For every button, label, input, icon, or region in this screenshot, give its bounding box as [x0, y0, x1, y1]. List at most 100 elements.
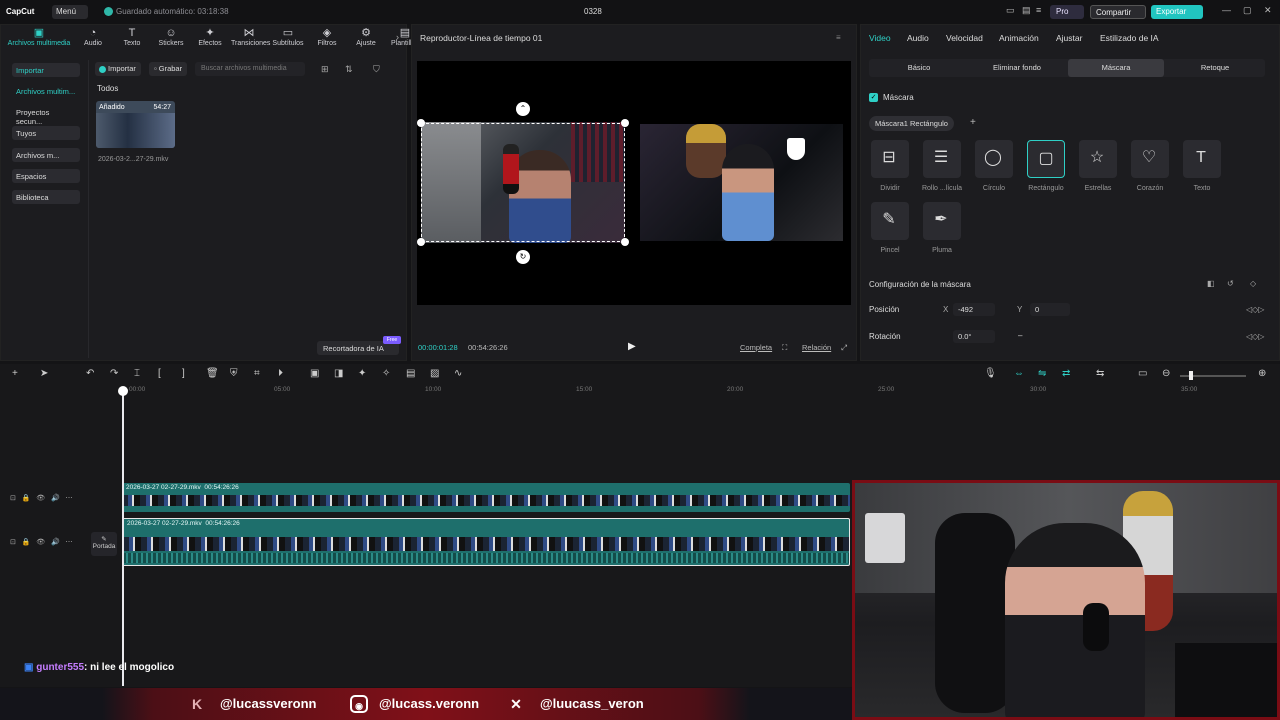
maximize-icon[interactable]: ▢	[1243, 5, 1252, 16]
tab-speed[interactable]: Velocidad	[946, 33, 983, 43]
tab-animation[interactable]: Animación	[999, 33, 1039, 43]
share-button[interactable]: Compartir	[1090, 5, 1146, 19]
play-icon[interactable]: ▶	[628, 341, 636, 352]
tool-subtitles[interactable]: ▭ Subtítulos	[270, 27, 306, 47]
layout-icon[interactable]: ▭	[1006, 5, 1015, 16]
resize-handle[interactable]	[417, 238, 425, 246]
redo-icon[interactable]: ↷	[110, 368, 118, 379]
cover-button[interactable]: ✎ Portada	[91, 532, 117, 556]
keyframe-icon[interactable]: ◧	[1207, 279, 1215, 288]
tab-video[interactable]: Video	[869, 33, 891, 43]
tool-sticker[interactable]: ☺ Stickers	[153, 27, 189, 47]
waveform-icon[interactable]: ∿	[454, 368, 462, 379]
pos-y-input[interactable]: 0	[1030, 303, 1070, 316]
resize-handle[interactable]	[621, 238, 629, 246]
expand-icon[interactable]: ⤢	[841, 343, 847, 353]
sidebar-item-yours[interactable]: Tuyos	[12, 126, 80, 140]
sidebar-item-spaces[interactable]: Espacios	[12, 169, 80, 183]
snap-icon[interactable]: ⇄	[1062, 368, 1070, 379]
close-icon[interactable]: ✕	[1264, 5, 1272, 16]
mask-option-6[interactable]: T	[1183, 140, 1221, 178]
sidebar-item-import[interactable]: Importar	[12, 63, 80, 77]
tool-media[interactable]: ▣ Archivos multimedia	[4, 27, 74, 47]
ai-icon[interactable]: ✦	[358, 368, 366, 379]
tool-effects[interactable]: ✦ Efectos	[192, 27, 228, 47]
image-icon[interactable]: ▨	[430, 368, 439, 379]
tab-audio[interactable]: Audio	[907, 33, 929, 43]
minimize-icon[interactable]: —	[1222, 5, 1231, 15]
sidebar-item-library[interactable]: Biblioteca	[12, 190, 80, 204]
add-icon[interactable]: +	[12, 368, 18, 379]
tool-adjust[interactable]: ⚙ Ajuste	[348, 27, 384, 47]
rotation-keyframe-icon[interactable]: ◁◇▷	[1246, 332, 1264, 341]
clip-track-1[interactable]: 2026-03-27 02-27-29.mkv 00:54:26:26	[122, 483, 850, 512]
clip-track-2[interactable]: 2026-03-27 02-27-29.mkv 00:54:26:26	[122, 518, 850, 566]
tool-text[interactable]: T Texto	[114, 27, 150, 47]
menu-button[interactable]: Menú	[52, 5, 88, 19]
zoom-out-icon[interactable]: ⊖	[1162, 368, 1170, 379]
monitor-icon[interactable]: ▤	[1022, 5, 1031, 16]
player-menu-icon[interactable]: ≡	[836, 33, 841, 42]
tab-ai-style[interactable]: Estilizado de IA	[1100, 33, 1159, 43]
sidebar-item-archives[interactable]: Archivos m...	[12, 148, 80, 162]
mask-option-7[interactable]: ✎	[871, 202, 909, 240]
sidebar-item-projects[interactable]: Proyectos secun...	[12, 105, 80, 126]
reset-icon[interactable]: ↺	[1227, 279, 1234, 288]
split-icon[interactable]: ⌶	[134, 368, 140, 379]
magic-icon[interactable]: ✧	[382, 368, 390, 379]
pro-button[interactable]: Pro	[1050, 5, 1084, 19]
delete-icon[interactable]: 🗑	[206, 368, 219, 379]
mask-selection-frame[interactable]	[421, 123, 625, 242]
filter-icon[interactable]: ⛉	[373, 64, 380, 75]
mask-option-4[interactable]: ☆	[1079, 140, 1117, 178]
media-search-input[interactable]: Buscar archivos multimedia	[195, 62, 305, 76]
fit-icon[interactable]: ▭	[1138, 368, 1147, 379]
zoom-slider-thumb[interactable]	[1189, 371, 1193, 380]
mask-option-0[interactable]: ⊟	[871, 140, 909, 178]
caption-icon[interactable]: ▤	[406, 368, 415, 379]
mask-option-8[interactable]: ✒	[923, 202, 961, 240]
microphone-icon[interactable]: 🎙	[984, 368, 997, 379]
grid-view-icon[interactable]: ⊞	[321, 64, 329, 75]
mask-option-2[interactable]: ◯	[975, 140, 1013, 178]
mask-checkbox[interactable]: ✓	[869, 93, 878, 102]
position-keyframe-icon[interactable]: ◁◇▷	[1246, 305, 1264, 314]
resize-handle[interactable]	[621, 119, 629, 127]
tab-adjust[interactable]: Ajustar	[1056, 33, 1082, 43]
track1-controls[interactable]: ⊡ 🔒 👁 🔊 ⋯	[10, 494, 73, 502]
speed-icon[interactable]: ⏵	[278, 368, 283, 379]
tool-filters[interactable]: ◈ Filtros	[309, 27, 345, 47]
pos-x-input[interactable]: -492	[953, 303, 995, 316]
tool-transitions[interactable]: ⋈ Transiciones	[231, 27, 270, 47]
select-tool-icon[interactable]: ➤	[40, 368, 48, 379]
tool-audio[interactable]: ◔ Audio	[75, 27, 111, 47]
mask-option-1[interactable]: ☰	[923, 140, 961, 178]
trim-right-icon[interactable]: ]	[182, 368, 185, 379]
full-quality-button[interactable]: Completa	[740, 343, 772, 352]
record-button[interactable]: ▫ Grabar	[149, 62, 188, 76]
menu-icon[interactable]: ≡	[1036, 5, 1041, 15]
add-mask-icon[interactable]: +	[970, 117, 976, 128]
diamond-icon[interactable]: ◇	[1250, 279, 1256, 288]
resize-handle[interactable]	[417, 119, 425, 127]
rotate-handle-icon[interactable]: ↻	[516, 250, 530, 264]
playhead[interactable]	[122, 392, 124, 686]
link-icon[interactable]: ⇔	[1014, 368, 1024, 379]
export-button[interactable]: Exportar	[1151, 5, 1203, 19]
playhead-handle[interactable]	[118, 386, 128, 396]
tools-scroll-icon[interactable]: ›	[396, 32, 399, 42]
subtab-mask[interactable]: Máscara	[1068, 59, 1164, 77]
sidebar-item-media[interactable]: Archivos multim...	[12, 84, 80, 98]
shield-icon[interactable]: ⛨	[230, 368, 238, 379]
timeline-ruler[interactable]: 00:00 05:00 10:00 15:00 20:00 25:00 30:0…	[120, 386, 1280, 398]
undo-icon[interactable]: ↶	[86, 368, 94, 379]
ratio-button[interactable]: Relación	[802, 343, 831, 352]
preview-axis-icon[interactable]: ⇆	[1096, 368, 1104, 379]
freeze-icon[interactable]: ▣	[310, 368, 319, 379]
feather-handle-icon[interactable]: ⌃	[516, 102, 530, 116]
filter-all[interactable]: Todos	[97, 84, 118, 93]
rotation-extra[interactable]: –	[1018, 331, 1022, 340]
track2-controls[interactable]: ⊡ 🔒 👁 🔊 ⋯	[10, 538, 73, 546]
mask-option-3[interactable]: ▢	[1027, 140, 1065, 178]
subtab-basic[interactable]: Básico	[871, 59, 967, 77]
